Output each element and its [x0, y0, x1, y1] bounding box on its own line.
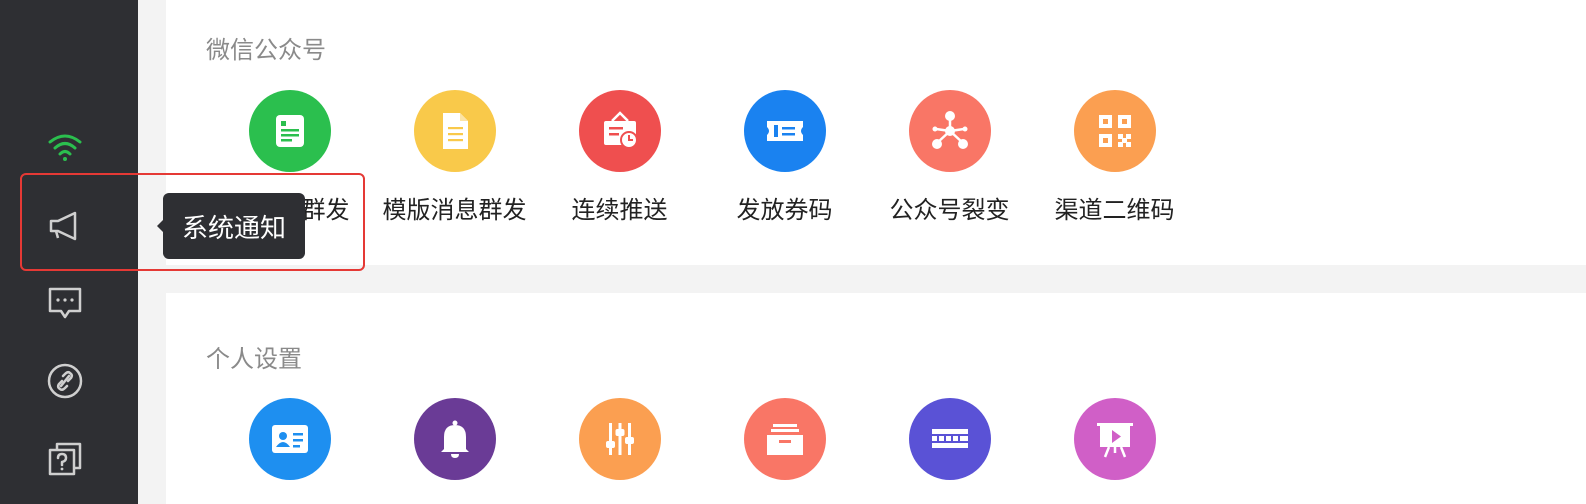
presentation-icon: [1073, 398, 1156, 480]
inbox-icon: [743, 398, 826, 480]
chat-bubble-icon[interactable]: [40, 278, 90, 328]
personal-settings-section: 个人设置: [166, 293, 1586, 504]
feature-issue-coupons[interactable]: 发放券码: [702, 90, 867, 225]
feature-preferences[interactable]: [537, 398, 702, 480]
wechat-section: 微信公众号 公众号群发 模版消息群发 连续推送 发放券码 公众号裂变: [166, 0, 1586, 265]
sliders-icon: [578, 398, 661, 480]
feature-label: 模版消息群发: [382, 196, 527, 224]
section-title-wechat: 微信公众号: [206, 36, 326, 64]
feature-label: 发放券码: [736, 196, 833, 224]
feature-profile[interactable]: [207, 398, 372, 480]
feature-continuous-push[interactable]: 连续推送: [537, 90, 702, 225]
feature-notifications[interactable]: [372, 398, 537, 480]
feature-presentation[interactable]: [1032, 398, 1197, 480]
feature-shortcuts[interactable]: [867, 398, 1032, 480]
bell-icon: [413, 398, 496, 480]
feature-template-message[interactable]: 模版消息群发: [372, 90, 537, 225]
highlight-box: [20, 173, 365, 271]
section-title-personal: 个人设置: [206, 345, 302, 373]
file-icon: [413, 90, 496, 172]
feature-viral-growth[interactable]: 公众号裂变: [867, 90, 1032, 225]
id-card-icon: [248, 398, 331, 480]
network-icon: [908, 90, 991, 172]
feature-channel-qrcode[interactable]: 渠道二维码: [1032, 90, 1197, 225]
schedule-board-icon: [578, 90, 661, 172]
document-icon: [248, 90, 331, 172]
qrcode-icon: [1073, 90, 1156, 172]
keyboard-icon: [908, 398, 991, 480]
wifi-icon[interactable]: [40, 122, 90, 172]
link-icon[interactable]: [40, 356, 90, 406]
feature-label: 公众号裂变: [889, 196, 1010, 224]
ticket-icon: [743, 90, 826, 172]
feature-label: 渠道二维码: [1054, 196, 1175, 224]
help-copy-icon[interactable]: [40, 434, 90, 484]
feature-label: 连续推送: [571, 196, 668, 224]
feature-archive[interactable]: [702, 398, 867, 480]
